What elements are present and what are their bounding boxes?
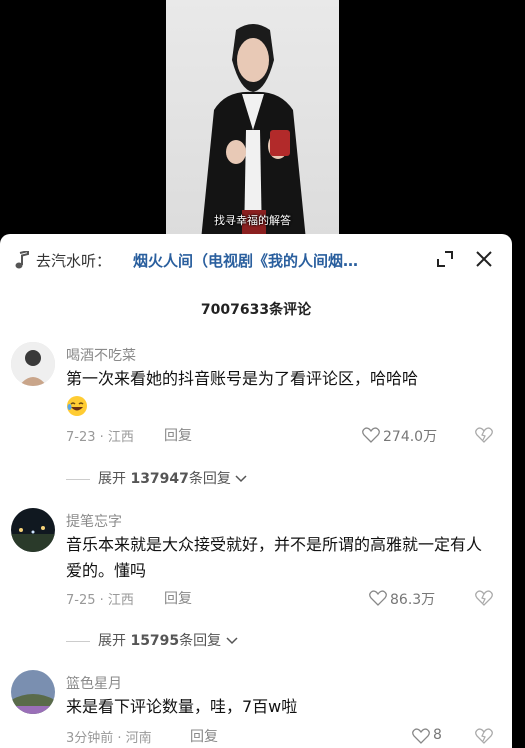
reply-button[interactable]: 回复 [190, 726, 218, 746]
comment-meta: 7-23 · 江西 [66, 430, 134, 445]
divider [66, 478, 90, 480]
video-frame: 找寻幸福的解答 [166, 0, 339, 240]
expand-count: 137947 [130, 471, 189, 487]
avatar[interactable] [11, 670, 55, 714]
dislike-icon[interactable] [475, 427, 493, 443]
comment-text: 音乐本来就是大众接受就好，并不是所谓的高雅就一定有人爱的。懂吗 [66, 535, 483, 580]
video-subtitle: 找寻幸福的解答 [214, 214, 291, 227]
music-prefix: 去汽水听： [36, 252, 112, 270]
expand-label: 展开 [98, 633, 126, 649]
expand-count: 15795 [130, 633, 180, 649]
comment-username[interactable]: 提笔忘字 [66, 511, 122, 531]
chevron-down-icon [226, 637, 238, 645]
comment-username[interactable]: 喝酒不吃菜 [66, 345, 136, 365]
comment-text: 第一次来看她的抖音账号是为了看评论区，哈哈哈 [66, 366, 486, 418]
music-title-link[interactable]: 烟火人间（电视剧《我的人间烟… [133, 250, 423, 271]
reply-button[interactable]: 回复 [164, 588, 192, 608]
comment-meta: 7-25 · 江西 [66, 593, 134, 608]
music-note-icon [15, 251, 29, 269]
comment-meta: 3分钟前 · 河南 [66, 731, 152, 746]
expand-icon[interactable] [436, 250, 454, 268]
dislike-icon[interactable] [475, 590, 493, 606]
like-count: 8 [433, 727, 442, 743]
comment-count: 7007633条评论 [200, 302, 312, 318]
comments-sheet: 去汽水听： 烟火人间（电视剧《我的人间烟… 7007633条评论 喝酒不吃菜 第… [0, 234, 512, 748]
avatar[interactable] [11, 342, 55, 386]
expand-replies-button[interactable]: 展开 137947条回复 [66, 468, 247, 488]
dislike-icon[interactable] [475, 728, 493, 744]
expand-label: 展开 [98, 471, 126, 487]
comment-text: 来是看下评论数量，哇，7百w啦 [66, 697, 298, 716]
heart-icon[interactable] [412, 728, 430, 744]
reply-button[interactable]: 回复 [164, 425, 192, 445]
heart-icon[interactable] [369, 590, 387, 606]
expand-suffix: 条回复 [179, 633, 222, 649]
comment-text-content: 第一次来看她的抖音账号是为了看评论区，哈哈哈 [66, 369, 419, 388]
video-player[interactable]: 找寻幸福的解答 [0, 0, 525, 240]
close-icon[interactable] [475, 250, 493, 268]
heart-icon[interactable] [362, 427, 380, 443]
performer-figure [201, 24, 306, 240]
music-bar: 去汽水听： 烟火人间（电视剧《我的人间烟… [0, 234, 512, 284]
expand-replies-button[interactable]: 展开 15795条回复 [66, 630, 238, 650]
laughing-emoji-icon [67, 395, 87, 416]
comment-username[interactable]: 篮色星月 [66, 673, 122, 693]
like-count: 86.3万 [390, 592, 436, 608]
avatar[interactable] [11, 508, 55, 552]
chevron-down-icon [235, 475, 247, 483]
expand-suffix: 条回复 [188, 471, 231, 487]
like-count: 274.0万 [383, 429, 438, 445]
divider [66, 640, 90, 642]
